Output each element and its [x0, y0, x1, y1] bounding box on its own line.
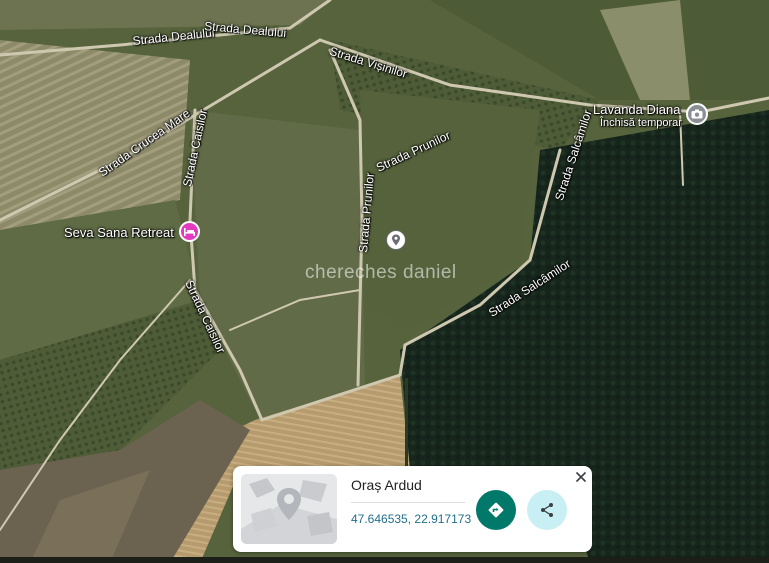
hotel-icon[interactable] — [179, 221, 200, 242]
bottom-strip — [0, 557, 769, 563]
share-icon — [541, 503, 553, 517]
coordinates-text[interactable]: 47.646535, 22.917173 — [351, 512, 471, 526]
watermark-text: chereches daniel — [305, 262, 457, 283]
card-title: Oraș Ardud — [351, 477, 422, 493]
place-status-label: Închisă temporar — [600, 117, 682, 129]
place-info-card: Oraș Ardud 47.646535, 22.917173 — [233, 466, 592, 552]
directions-icon — [488, 502, 504, 518]
place-thumbnail[interactable] — [241, 474, 337, 544]
camera-icon[interactable] — [686, 103, 708, 125]
share-button[interactable] — [527, 490, 567, 530]
card-divider — [351, 502, 465, 503]
location-pin-icon[interactable] — [386, 230, 406, 250]
close-icon — [575, 471, 587, 483]
place-label-lavanda-diana[interactable]: Lavanda Diana — [593, 102, 680, 117]
directions-button[interactable] — [476, 490, 516, 530]
close-button[interactable] — [573, 469, 589, 485]
place-label-seva-sana-retreat[interactable]: Seva Sana Retreat — [64, 225, 174, 240]
